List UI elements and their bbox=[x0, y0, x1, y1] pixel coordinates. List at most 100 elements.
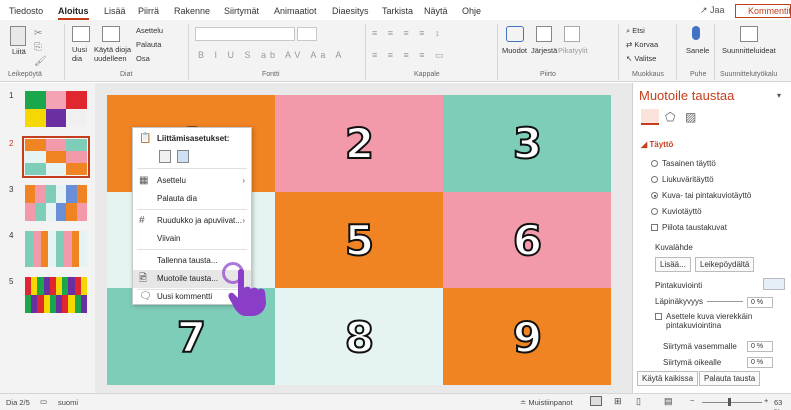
accessibility-icon[interactable]: ▭ bbox=[40, 397, 47, 406]
texture-label: Pintakuviointi bbox=[655, 281, 703, 290]
format-background-icon: 🖻 bbox=[139, 273, 148, 284]
tile-checkbox[interactable]: Asettele kuva vierekkäin pintakuviointin… bbox=[655, 312, 775, 330]
thumbnail-slide-5[interactable] bbox=[25, 277, 87, 313]
slideshow-icon[interactable]: ▤ bbox=[664, 396, 673, 407]
align-buttons[interactable]: ≡ ≡ ≡ ≡ ▭ bbox=[372, 50, 448, 61]
copy-icon[interactable]: ⎘ bbox=[34, 42, 42, 53]
apply-to-all-button[interactable]: Käytä kaikissa bbox=[637, 371, 699, 386]
font-family-select[interactable] bbox=[195, 27, 295, 41]
font-format-buttons[interactable]: B I U S ab AV Aa A bbox=[198, 50, 345, 60]
slide-tile-8[interactable]: 8 bbox=[275, 288, 444, 385]
paste-icon[interactable] bbox=[10, 26, 26, 46]
tab-design[interactable]: Rakenne bbox=[174, 6, 210, 16]
zoom-slider-thumb[interactable] bbox=[728, 398, 731, 406]
paste-picture-icon[interactable] bbox=[177, 150, 189, 163]
zoom-level[interactable]: 63 % bbox=[774, 398, 791, 410]
thumbnail-slide-1[interactable] bbox=[25, 91, 87, 127]
shapes-label: Muodot bbox=[502, 46, 528, 55]
language-label[interactable]: suomi bbox=[58, 398, 78, 407]
section-button[interactable]: Osa bbox=[136, 54, 150, 63]
tab-animations[interactable]: Animaatiot bbox=[274, 6, 317, 16]
slide-thumbnails-pane: 1 2 3 4 5 bbox=[0, 83, 95, 393]
context-menu-item[interactable]: # Ruudukko ja apuviivat... › bbox=[133, 212, 251, 230]
comments-button[interactable]: Kommentit bbox=[735, 4, 791, 18]
designer-icon[interactable] bbox=[740, 26, 758, 42]
new-slide-icon[interactable] bbox=[72, 26, 90, 42]
tab-file[interactable]: Tiedosto bbox=[9, 6, 43, 16]
tab-home[interactable]: Aloitus bbox=[58, 6, 89, 20]
reuse-slides-icon[interactable] bbox=[102, 26, 120, 42]
slide-tile-2[interactable]: 2 bbox=[275, 95, 444, 193]
thumbnail-slide-2[interactable] bbox=[22, 136, 90, 178]
insert-picture-button[interactable]: Lisää... bbox=[655, 257, 691, 272]
pane-options-icon[interactable]: ▾ bbox=[777, 91, 781, 100]
list-buttons[interactable]: ≡ ≡ ≡ ≡ ↕ bbox=[372, 28, 444, 38]
slide-tile-5[interactable]: 5 bbox=[275, 191, 444, 290]
offset-right-input[interactable]: 0 % bbox=[747, 357, 773, 368]
group-editing: Muokkaus bbox=[632, 71, 664, 78]
select-button[interactable]: ↖ Valitse bbox=[626, 54, 656, 63]
zoom-in-icon[interactable]: + bbox=[764, 396, 768, 405]
thumbnail-cell bbox=[66, 109, 87, 127]
thumbnail-slide-3[interactable] bbox=[25, 185, 87, 221]
notes-button[interactable]: ≐ Muistiinpanot bbox=[520, 398, 573, 407]
arrange-icon[interactable] bbox=[536, 26, 552, 42]
picture-tab-icon[interactable]: ▨ bbox=[685, 110, 696, 124]
effects-tab-icon[interactable]: ⬠ bbox=[665, 110, 675, 124]
texture-picker-icon[interactable] bbox=[763, 278, 785, 290]
reading-view-icon[interactable]: ▯ bbox=[636, 396, 641, 407]
thumbnail-slide-4[interactable] bbox=[25, 231, 87, 267]
hide-background-checkbox[interactable]: Piilota taustakuvat bbox=[651, 223, 727, 232]
shapes-icon[interactable] bbox=[506, 26, 524, 42]
context-menu-item[interactable]: Palauta dia bbox=[133, 190, 251, 208]
fill-option-solid[interactable]: Tasainen täyttö bbox=[651, 159, 716, 168]
thumbnail-cell bbox=[32, 231, 41, 249]
fill-section-label: Täyttö bbox=[649, 140, 674, 149]
thumbnail-cell bbox=[25, 231, 33, 249]
paste-keep-icon[interactable] bbox=[159, 150, 171, 163]
font-size-select[interactable] bbox=[297, 27, 317, 41]
reset-background-button[interactable]: Palauta tausta bbox=[699, 371, 761, 386]
fill-option-gradient[interactable]: Liukuväritäyttö bbox=[651, 175, 714, 184]
share-icon: ↗ bbox=[700, 5, 711, 15]
tab-help[interactable]: Ohje bbox=[462, 6, 481, 16]
find-button[interactable]: ⌕ Etsi bbox=[626, 26, 645, 35]
tab-slideshow[interactable]: Diaesitys bbox=[332, 6, 369, 16]
quick-styles-icon[interactable] bbox=[564, 26, 580, 42]
format-painter-icon[interactable]: 🖌 bbox=[34, 56, 47, 67]
fill-option-picture[interactable]: Kuva- tai pintakuviotäyttö bbox=[651, 191, 751, 200]
thumbnail-cell bbox=[25, 139, 46, 151]
comments-label: Kommentit bbox=[748, 6, 791, 16]
reset-button[interactable]: Palauta bbox=[136, 40, 161, 49]
fill-option-pattern[interactable]: Kuviotäyttö bbox=[651, 207, 702, 216]
fill-section-header[interactable]: ◢ Täyttö bbox=[641, 140, 673, 149]
tab-draw[interactable]: Piirrä bbox=[138, 6, 159, 16]
tab-transitions[interactable]: Siirtymät bbox=[224, 6, 259, 16]
share-button[interactable]: ↗ Jaa bbox=[700, 5, 725, 16]
layout-button[interactable]: Asettelu bbox=[136, 26, 163, 35]
tab-review[interactable]: Tarkista bbox=[382, 6, 413, 16]
tab-view[interactable]: Näytä bbox=[424, 6, 448, 16]
offset-left-input[interactable]: 0 % bbox=[747, 341, 773, 352]
thumbnail-cell bbox=[79, 231, 87, 249]
paste-label: Liitä bbox=[12, 47, 26, 56]
microphone-icon[interactable] bbox=[692, 26, 700, 40]
tab-insert[interactable]: Lisää bbox=[104, 6, 126, 16]
clipboard-picture-button[interactable]: Leikepöydältä bbox=[695, 257, 755, 272]
context-menu-item[interactable]: Viivain bbox=[133, 230, 251, 248]
zoom-out-icon[interactable]: − bbox=[690, 396, 694, 405]
slide-tile-9[interactable]: 9 bbox=[443, 288, 611, 385]
slide-sorter-icon[interactable]: ⊞ bbox=[614, 396, 622, 407]
slide-tile-3[interactable]: 3 bbox=[443, 95, 611, 193]
context-menu-item[interactable]: ▦ Asettelu › bbox=[133, 172, 251, 190]
cut-icon[interactable]: ✂ bbox=[34, 28, 42, 39]
transparency-slider[interactable] bbox=[707, 301, 743, 302]
fill-tab-icon[interactable] bbox=[641, 109, 659, 125]
normal-view-icon[interactable] bbox=[590, 396, 602, 406]
zoom-slider[interactable] bbox=[702, 402, 762, 403]
transparency-input[interactable]: 0 % bbox=[747, 297, 773, 308]
thumbnail-cell bbox=[66, 151, 87, 163]
group-slides: Diat bbox=[120, 71, 133, 78]
replace-button[interactable]: ⇄ Korvaa bbox=[626, 40, 658, 49]
slide-tile-6[interactable]: 6 bbox=[443, 191, 611, 290]
